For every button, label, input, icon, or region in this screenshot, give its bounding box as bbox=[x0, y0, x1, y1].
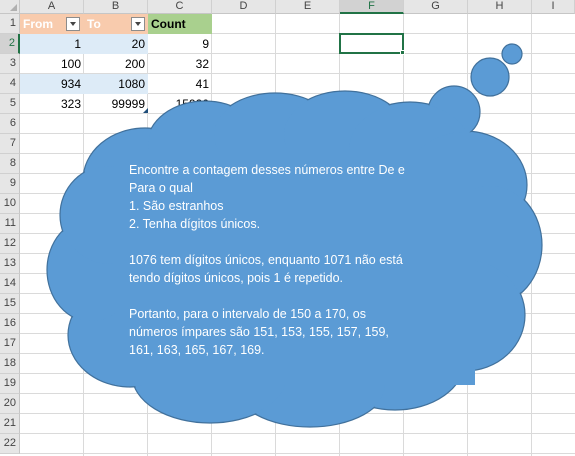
callout-line: 161, 163, 165, 167, 169. bbox=[129, 343, 265, 357]
callout-line: tendo dígitos únicos, pois 1 é repetido. bbox=[129, 271, 344, 285]
callout-line: Portanto, para o intervalo de 150 a 170,… bbox=[129, 307, 366, 321]
callout-line bbox=[129, 233, 434, 251]
callout-line: Para o qual bbox=[129, 181, 193, 195]
callout-line: números ímpares são 151, 153, 155, 157, … bbox=[129, 325, 389, 339]
callout-line: 2. Tenha dígitos únicos. bbox=[129, 217, 261, 231]
callout-line: 1076 tem dígitos únicos, enquanto 1071 n… bbox=[129, 253, 403, 267]
callout-line: Encontre a contagem desses números entre… bbox=[129, 163, 405, 177]
callout-text: Encontre a contagem desses números entre… bbox=[129, 161, 434, 359]
callout-line: 1. São estranhos bbox=[129, 199, 224, 213]
spreadsheet-grid[interactable]: A B C D E F G H I 1 2 3 4 5 6 7 8 9 10 1… bbox=[0, 0, 575, 456]
callout-line bbox=[129, 287, 434, 305]
